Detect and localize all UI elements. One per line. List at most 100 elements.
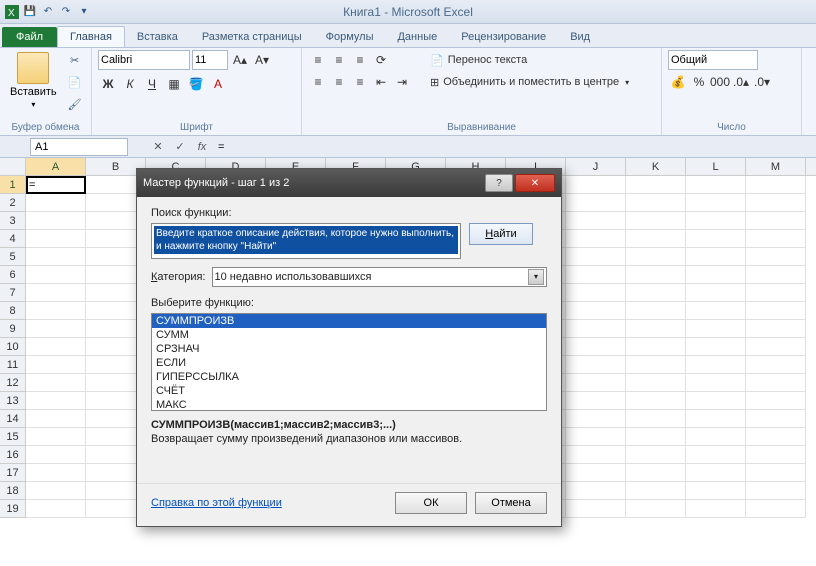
cell[interactable] bbox=[686, 338, 746, 356]
border-icon[interactable]: ▦ bbox=[164, 74, 184, 94]
cell[interactable] bbox=[626, 302, 686, 320]
align-top-icon[interactable]: ≡ bbox=[308, 50, 328, 70]
column-header[interactable]: M bbox=[746, 158, 806, 175]
currency-icon[interactable]: 💰 bbox=[668, 72, 688, 92]
cell[interactable]: = bbox=[26, 176, 86, 194]
row-header[interactable]: 15 bbox=[0, 428, 25, 446]
find-button[interactable]: Найти bbox=[469, 223, 533, 245]
cell[interactable] bbox=[26, 266, 86, 284]
function-help-link[interactable]: Справка по этой функции bbox=[151, 497, 282, 509]
tab-review[interactable]: Рецензирование bbox=[449, 27, 558, 47]
dialog-titlebar[interactable]: Мастер функций - шаг 1 из 2 ? ✕ bbox=[137, 169, 561, 197]
cell[interactable] bbox=[566, 212, 626, 230]
cell[interactable] bbox=[746, 248, 806, 266]
cell[interactable] bbox=[686, 392, 746, 410]
cell[interactable] bbox=[686, 428, 746, 446]
comma-icon[interactable]: 000 bbox=[710, 72, 730, 92]
cell[interactable] bbox=[746, 428, 806, 446]
decrease-indent-icon[interactable]: ⇤ bbox=[371, 72, 391, 92]
cell[interactable] bbox=[26, 320, 86, 338]
cell[interactable] bbox=[746, 446, 806, 464]
cell[interactable] bbox=[686, 374, 746, 392]
function-list-item[interactable]: СУММПРОИЗВ bbox=[152, 314, 546, 328]
cell[interactable] bbox=[686, 194, 746, 212]
cell[interactable] bbox=[566, 356, 626, 374]
cell[interactable] bbox=[626, 446, 686, 464]
copy-icon[interactable]: 📄 bbox=[65, 72, 85, 92]
qat-dropdown-icon[interactable]: ▾ bbox=[76, 4, 92, 20]
cell[interactable] bbox=[686, 320, 746, 338]
function-list-item[interactable]: ЕСЛИ bbox=[152, 356, 546, 370]
file-tab[interactable]: Файл bbox=[2, 27, 57, 47]
tab-page-layout[interactable]: Разметка страницы bbox=[190, 27, 314, 47]
cell[interactable] bbox=[746, 284, 806, 302]
format-painter-icon[interactable]: 🖌 bbox=[65, 94, 85, 114]
row-header[interactable]: 6 bbox=[0, 266, 25, 284]
function-list-item[interactable]: СУММ bbox=[152, 328, 546, 342]
search-input[interactable]: Введите краткое описание действия, котор… bbox=[151, 223, 461, 259]
decrease-font-icon[interactable]: A▾ bbox=[252, 50, 272, 70]
row-header[interactable]: 18 bbox=[0, 482, 25, 500]
row-header[interactable]: 4 bbox=[0, 230, 25, 248]
cell[interactable] bbox=[626, 428, 686, 446]
cell[interactable] bbox=[26, 374, 86, 392]
function-listbox[interactable]: СУММПРОИЗВСУММСРЗНАЧЕСЛИГИПЕРССЫЛКАСЧЁТМ… bbox=[151, 313, 547, 411]
cell[interactable] bbox=[626, 248, 686, 266]
cell[interactable] bbox=[626, 194, 686, 212]
cell[interactable] bbox=[626, 338, 686, 356]
cell[interactable] bbox=[26, 446, 86, 464]
cell[interactable] bbox=[626, 356, 686, 374]
align-bottom-icon[interactable]: ≡ bbox=[350, 50, 370, 70]
row-header[interactable]: 5 bbox=[0, 248, 25, 266]
undo-icon[interactable]: ↶ bbox=[40, 4, 56, 20]
cell[interactable] bbox=[566, 284, 626, 302]
column-header[interactable]: A bbox=[26, 158, 86, 175]
function-list-item[interactable]: ГИПЕРССЫЛКА bbox=[152, 370, 546, 384]
cell[interactable] bbox=[566, 464, 626, 482]
cell[interactable] bbox=[686, 248, 746, 266]
cell[interactable] bbox=[686, 410, 746, 428]
align-right-icon[interactable]: ≡ bbox=[350, 72, 370, 92]
cell[interactable] bbox=[26, 392, 86, 410]
cell[interactable] bbox=[626, 212, 686, 230]
cell[interactable] bbox=[686, 446, 746, 464]
increase-decimal-icon[interactable]: .0▴ bbox=[731, 72, 751, 92]
cell[interactable] bbox=[566, 194, 626, 212]
cell[interactable] bbox=[746, 500, 806, 518]
row-header[interactable]: 10 bbox=[0, 338, 25, 356]
merge-center-button[interactable]: ⊞Объединить и поместить в центре▾ bbox=[424, 72, 635, 92]
function-list-item[interactable]: МАКС bbox=[152, 398, 546, 411]
row-header[interactable]: 16 bbox=[0, 446, 25, 464]
cell[interactable] bbox=[686, 500, 746, 518]
tab-view[interactable]: Вид bbox=[558, 27, 602, 47]
column-header[interactable]: L bbox=[686, 158, 746, 175]
cell[interactable] bbox=[746, 482, 806, 500]
cell[interactable] bbox=[566, 248, 626, 266]
align-center-icon[interactable]: ≡ bbox=[329, 72, 349, 92]
cell[interactable] bbox=[566, 446, 626, 464]
save-icon[interactable]: 💾 bbox=[22, 4, 38, 20]
cell[interactable] bbox=[686, 482, 746, 500]
cell[interactable] bbox=[746, 464, 806, 482]
percent-icon[interactable]: % bbox=[689, 72, 709, 92]
row-header[interactable]: 3 bbox=[0, 212, 25, 230]
wrap-text-button[interactable]: 📄Перенос текста bbox=[424, 50, 635, 70]
cell[interactable] bbox=[26, 428, 86, 446]
italic-button[interactable]: К bbox=[120, 74, 140, 94]
underline-button[interactable]: Ч bbox=[142, 74, 162, 94]
cell[interactable] bbox=[626, 410, 686, 428]
cut-icon[interactable]: ✂ bbox=[65, 50, 85, 70]
cell[interactable] bbox=[566, 302, 626, 320]
cell[interactable] bbox=[566, 428, 626, 446]
column-header[interactable]: K bbox=[626, 158, 686, 175]
cell[interactable] bbox=[626, 320, 686, 338]
cell[interactable] bbox=[686, 266, 746, 284]
function-list-item[interactable]: СРЗНАЧ bbox=[152, 342, 546, 356]
cell[interactable] bbox=[626, 464, 686, 482]
cell[interactable] bbox=[686, 356, 746, 374]
cell[interactable] bbox=[746, 212, 806, 230]
cell[interactable] bbox=[746, 410, 806, 428]
cell[interactable] bbox=[626, 230, 686, 248]
cell[interactable] bbox=[746, 194, 806, 212]
cell[interactable] bbox=[26, 482, 86, 500]
